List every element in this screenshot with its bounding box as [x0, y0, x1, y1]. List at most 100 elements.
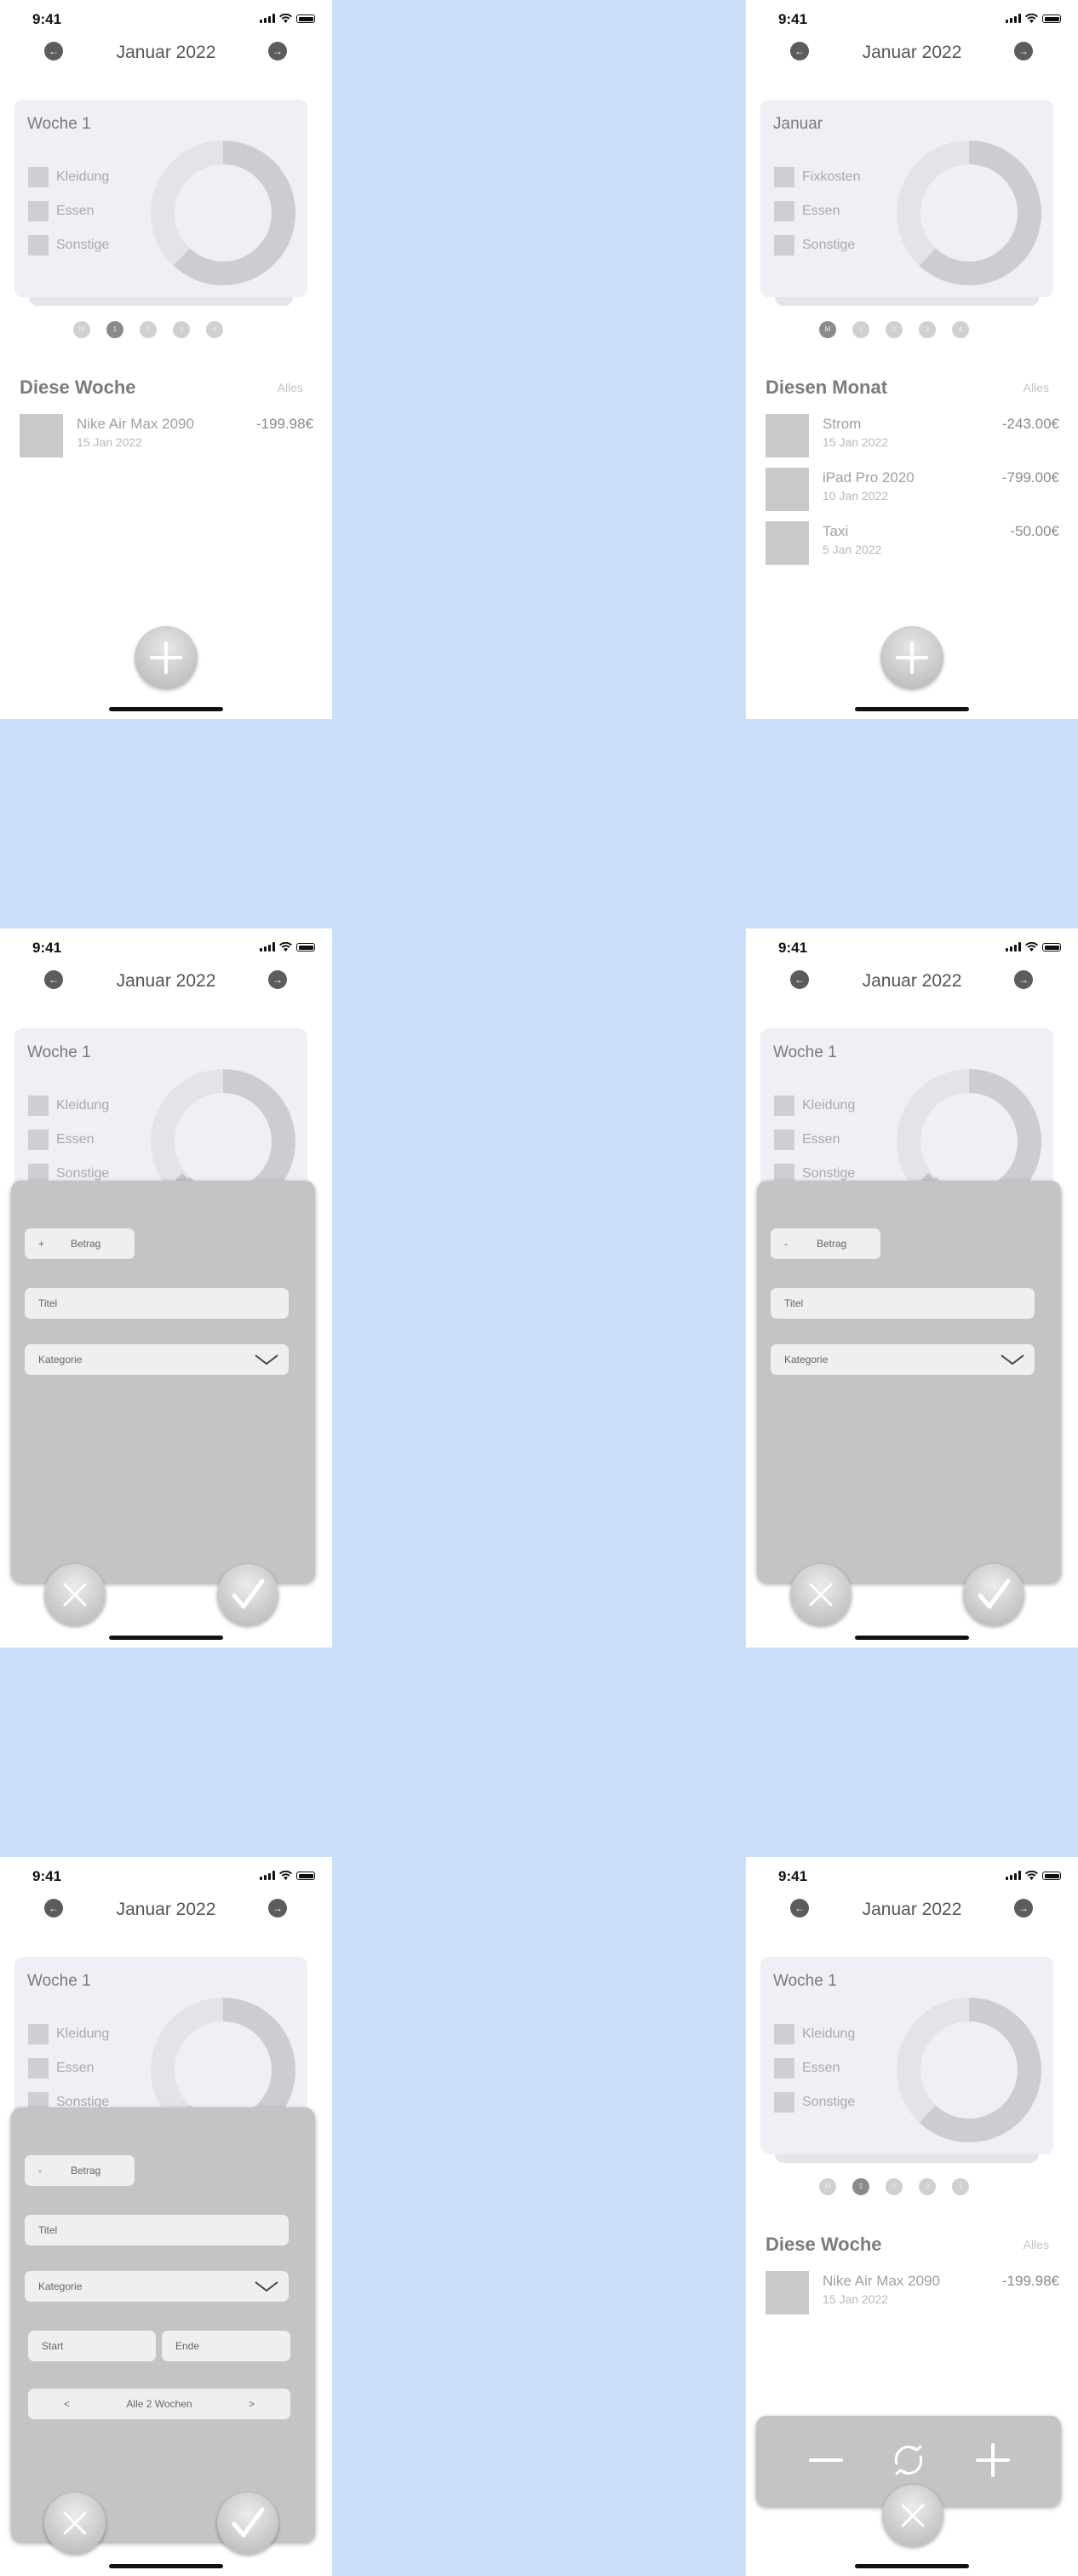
amount-sign[interactable]: - — [38, 2155, 42, 2186]
add-transaction-button[interactable] — [135, 626, 198, 689]
title-field[interactable]: Titel — [25, 1288, 289, 1319]
legend-swatch — [28, 1130, 49, 1150]
status-bar: 9:41 — [0, 0, 332, 37]
close-options-button[interactable] — [882, 2485, 943, 2546]
pager-dot[interactable]: 3 — [173, 321, 190, 338]
pager-dot[interactable]: 4 — [952, 321, 969, 338]
pager-dot-active[interactable]: M — [819, 321, 836, 338]
card-pager: M 1 2 3 4 — [73, 321, 223, 338]
transaction-thumbnail — [765, 521, 809, 565]
legend-label: Kleidung — [802, 2027, 856, 2041]
amount-placeholder: Betrag — [817, 1238, 847, 1250]
minus-icon[interactable] — [800, 2435, 852, 2486]
amount-field[interactable]: - Betrag — [25, 2155, 135, 2186]
legend-label: Essen — [56, 1132, 95, 1147]
interval-next-button[interactable]: > — [249, 2389, 255, 2419]
transaction-title: Nike Air Max 2090 — [77, 416, 194, 432]
legend-label: Fixkosten — [802, 170, 861, 184]
summary-card[interactable]: Woche 1 Kleidung Essen Sonstige — [760, 1957, 1053, 2154]
pager-dot-active[interactable]: 1 — [852, 2178, 869, 2195]
pager-dot[interactable]: 2 — [886, 321, 903, 338]
repeat-icon[interactable] — [883, 2435, 934, 2486]
wifi-icon — [279, 942, 292, 952]
next-month-button[interactable]: → — [268, 1899, 287, 1918]
pager-dot[interactable]: 1 — [852, 321, 869, 338]
add-transaction-sheet: + Betrag Titel Kategorie — [11, 1181, 315, 1583]
legend-item: Essen — [774, 201, 840, 221]
category-select[interactable]: Kategorie — [771, 1344, 1035, 1375]
battery-icon — [1042, 14, 1061, 23]
pager-dot[interactable]: 3 — [919, 321, 936, 338]
add-transaction-button[interactable] — [880, 626, 943, 689]
next-month-button[interactable]: → — [1014, 970, 1033, 989]
amount-sign[interactable]: - — [784, 1228, 788, 1259]
close-icon — [63, 1583, 87, 1607]
amount-sign[interactable]: + — [38, 1228, 44, 1259]
confirm-button[interactable] — [217, 2493, 278, 2554]
transaction-row[interactable]: Nike Air Max 2090 15 Jan 2022 -199.98€ — [765, 2271, 1059, 2315]
confirm-button[interactable] — [217, 1564, 278, 1625]
pager-dot[interactable]: 4 — [952, 2178, 969, 2195]
title-field[interactable]: Titel — [25, 2215, 289, 2245]
next-month-button[interactable]: → — [268, 970, 287, 989]
legend-swatch — [774, 201, 794, 221]
see-all-link[interactable]: Alles — [278, 381, 303, 394]
interval-prev-button[interactable]: < — [64, 2389, 70, 2419]
legend-label: Sonstige — [802, 2095, 856, 2109]
legend-item: Sonstige — [774, 235, 855, 256]
section-title: Diese Woche — [765, 2234, 882, 2255]
cancel-button[interactable] — [44, 2493, 106, 2554]
legend-label: Kleidung — [56, 1098, 110, 1113]
card-pager: M 1 2 3 4 — [819, 2178, 969, 2195]
spending-donut-chart — [897, 1998, 1041, 2142]
end-date-field[interactable]: Ende — [162, 2331, 290, 2361]
amount-field[interactable]: + Betrag — [25, 1228, 135, 1259]
pager-dot[interactable]: M — [819, 2178, 836, 2195]
pager-dot-active[interactable]: 1 — [106, 321, 123, 338]
add-transaction-sheet: - Betrag Titel Kategorie — [757, 1181, 1061, 1583]
home-indicator — [855, 1636, 969, 1640]
transaction-row[interactable]: Taxi 5 Jan 2022 -50.00€ — [765, 521, 1059, 566]
pager-dot[interactable]: 4 — [206, 321, 223, 338]
legend-item: Kleidung — [28, 1095, 109, 1116]
section-title: Diese Woche — [20, 377, 136, 398]
legend-label: Kleidung — [56, 2027, 110, 2041]
screen-add-options: 9:41 ← Januar 2022 → Woche 1 Kleidung Es… — [746, 1857, 1078, 2576]
legend-swatch — [774, 235, 794, 256]
pager-dot[interactable]: 2 — [140, 321, 157, 338]
amount-field[interactable]: - Betrag — [771, 1228, 880, 1259]
start-date-field[interactable]: Start — [28, 2331, 156, 2361]
transaction-row[interactable]: Nike Air Max 2090 15 Jan 2022 -199.98€ — [20, 414, 313, 458]
next-month-button[interactable]: → — [268, 42, 287, 60]
pager-dot[interactable]: 2 — [886, 2178, 903, 2195]
status-bar: 9:41 — [746, 1857, 1078, 1895]
chevron-down-icon — [255, 1354, 278, 1365]
transaction-thumbnail — [765, 2271, 809, 2314]
legend-item: Essen — [28, 1130, 94, 1150]
confirm-button[interactable] — [963, 1564, 1024, 1625]
see-all-link[interactable]: Alles — [1024, 2238, 1049, 2251]
pager-dot[interactable]: M — [73, 321, 90, 338]
cancel-button[interactable] — [44, 1564, 106, 1625]
next-month-button[interactable]: → — [1014, 1899, 1033, 1918]
status-bar: 9:41 — [746, 929, 1078, 966]
title-field[interactable]: Titel — [771, 1288, 1035, 1319]
cancel-button[interactable] — [790, 1564, 852, 1625]
transaction-row[interactable]: iPad Pro 2020 10 Jan 2022 -799.00€ — [765, 468, 1059, 512]
see-all-link[interactable]: Alles — [1024, 381, 1049, 394]
transaction-row[interactable]: Strom 15 Jan 2022 -243.00€ — [765, 414, 1059, 458]
category-select[interactable]: Kategorie — [25, 2271, 289, 2302]
signal-icon — [260, 14, 275, 23]
summary-card[interactable]: Woche 1 Kleidung Essen Sonstige — [14, 100, 307, 297]
pager-dot[interactable]: 3 — [919, 2178, 936, 2195]
next-month-button[interactable]: → — [1014, 42, 1033, 60]
category-select[interactable]: Kategorie — [25, 1344, 289, 1375]
signal-icon — [1006, 1871, 1021, 1880]
transaction-amount: -199.98€ — [1001, 2273, 1059, 2289]
legend-label: Sonstige — [802, 1166, 856, 1181]
transaction-title: Nike Air Max 2090 — [823, 2273, 940, 2289]
plus-icon[interactable] — [967, 2435, 1018, 2486]
signal-icon — [260, 1871, 275, 1880]
summary-card[interactable]: Januar Fixkosten Essen Sonstige — [760, 100, 1053, 297]
transaction-thumbnail — [20, 414, 63, 457]
